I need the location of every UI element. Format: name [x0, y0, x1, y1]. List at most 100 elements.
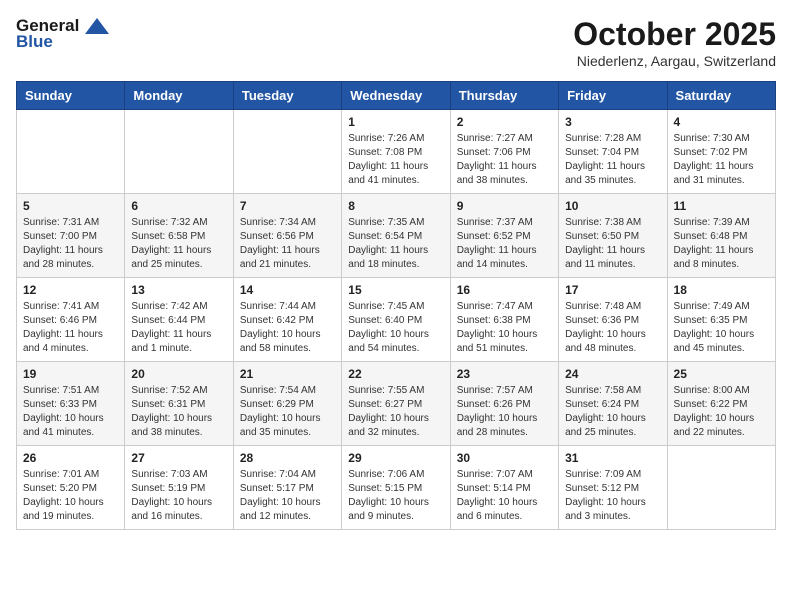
- calendar-cell: 1 Sunrise: 7:26 AMSunset: 7:08 PMDaylight…: [342, 110, 450, 194]
- title-area: October 2025 Niederlenz, Aargau, Switzer…: [573, 16, 776, 69]
- calendar-week-row: 19 Sunrise: 7:51 AMSunset: 6:33 PMDayligh…: [17, 362, 776, 446]
- day-number: 28: [240, 451, 335, 465]
- day-info: Sunrise: 7:04 AMSunset: 5:17 PMDaylight:…: [240, 468, 335, 524]
- calendar-cell: [233, 110, 341, 194]
- weekday-header-wednesday: Wednesday: [342, 82, 450, 110]
- day-number: 2: [457, 115, 552, 129]
- day-info: Sunrise: 7:37 AMSunset: 6:52 PMDaylight:…: [457, 216, 552, 272]
- day-info: Sunrise: 7:26 AMSunset: 7:08 PMDaylight:…: [348, 132, 443, 188]
- day-number: 17: [565, 283, 660, 297]
- day-info: Sunrise: 7:52 AMSunset: 6:31 PMDaylight:…: [131, 384, 226, 440]
- day-number: 18: [674, 283, 769, 297]
- day-info: Sunrise: 7:58 AMSunset: 6:24 PMDaylight:…: [565, 384, 660, 440]
- day-number: 3: [565, 115, 660, 129]
- day-info: Sunrise: 7:54 AMSunset: 6:29 PMDaylight:…: [240, 384, 335, 440]
- day-number: 7: [240, 199, 335, 213]
- day-number: 12: [23, 283, 118, 297]
- calendar-cell: 17 Sunrise: 7:48 AMSunset: 6:36 PMDayligh…: [559, 278, 667, 362]
- day-number: 22: [348, 367, 443, 381]
- day-info: Sunrise: 7:44 AMSunset: 6:42 PMDaylight:…: [240, 300, 335, 356]
- day-info: Sunrise: 7:51 AMSunset: 6:33 PMDaylight:…: [23, 384, 118, 440]
- calendar-cell: 2 Sunrise: 7:27 AMSunset: 7:06 PMDaylight…: [450, 110, 558, 194]
- day-number: 1: [348, 115, 443, 129]
- calendar-cell: 23 Sunrise: 7:57 AMSunset: 6:26 PMDayligh…: [450, 362, 558, 446]
- calendar-cell: 13 Sunrise: 7:42 AMSunset: 6:44 PMDayligh…: [125, 278, 233, 362]
- calendar-week-row: 12Sunrise: 7:41 AMSunset: 6:46 PMDayligh…: [17, 278, 776, 362]
- calendar-week-row: 26 Sunrise: 7:01 AMSunset: 5:20 PMDayligh…: [17, 446, 776, 530]
- logo-blue-text: Blue: [16, 32, 53, 52]
- day-number: 31: [565, 451, 660, 465]
- day-info: Sunrise: 7:32 AMSunset: 6:58 PMDaylight:…: [131, 216, 226, 272]
- weekday-header-monday: Monday: [125, 82, 233, 110]
- day-number: 16: [457, 283, 552, 297]
- day-number: 30: [457, 451, 552, 465]
- calendar-cell: 18 Sunrise: 7:49 AMSunset: 6:35 PMDayligh…: [667, 278, 775, 362]
- day-number: 27: [131, 451, 226, 465]
- calendar-cell: 28 Sunrise: 7:04 AMSunset: 5:17 PMDayligh…: [233, 446, 341, 530]
- day-number: 20: [131, 367, 226, 381]
- calendar-cell: 11 Sunrise: 7:39 AMSunset: 6:48 PMDayligh…: [667, 194, 775, 278]
- day-number: 11: [674, 199, 769, 213]
- calendar-cell: 26 Sunrise: 7:01 AMSunset: 5:20 PMDayligh…: [17, 446, 125, 530]
- calendar-cell: 15 Sunrise: 7:45 AMSunset: 6:40 PMDayligh…: [342, 278, 450, 362]
- calendar-cell: 20 Sunrise: 7:52 AMSunset: 6:31 PMDayligh…: [125, 362, 233, 446]
- weekday-header-saturday: Saturday: [667, 82, 775, 110]
- calendar-cell: [125, 110, 233, 194]
- day-number: 19: [23, 367, 118, 381]
- day-number: 10: [565, 199, 660, 213]
- weekday-header-tuesday: Tuesday: [233, 82, 341, 110]
- calendar-week-row: 5Sunrise: 7:31 AMSunset: 7:00 PMDaylight…: [17, 194, 776, 278]
- calendar-cell: 25 Sunrise: 8:00 AMSunset: 6:22 PMDayligh…: [667, 362, 775, 446]
- day-info: Sunrise: 7:39 AMSunset: 6:48 PMDaylight:…: [674, 216, 769, 272]
- day-info: Sunrise: 7:45 AMSunset: 6:40 PMDaylight:…: [348, 300, 443, 356]
- calendar-cell: 7 Sunrise: 7:34 AMSunset: 6:56 PMDaylight…: [233, 194, 341, 278]
- day-info: Sunrise: 7:57 AMSunset: 6:26 PMDaylight:…: [457, 384, 552, 440]
- weekday-header-friday: Friday: [559, 82, 667, 110]
- calendar-cell: 19 Sunrise: 7:51 AMSunset: 6:33 PMDayligh…: [17, 362, 125, 446]
- day-number: 25: [674, 367, 769, 381]
- day-number: 21: [240, 367, 335, 381]
- day-info: Sunrise: 7:47 AMSunset: 6:38 PMDaylight:…: [457, 300, 552, 356]
- day-info: Sunrise: 7:03 AMSunset: 5:19 PMDaylight:…: [131, 468, 226, 524]
- calendar-cell: 29Sunrise: 7:06 AMSunset: 5:15 PMDayligh…: [342, 446, 450, 530]
- day-number: 9: [457, 199, 552, 213]
- calendar-cell: 10 Sunrise: 7:38 AMSunset: 6:50 PMDayligh…: [559, 194, 667, 278]
- day-info: Sunrise: 7:01 AMSunset: 5:20 PMDaylight:…: [23, 468, 118, 524]
- logo: General Blue: [16, 16, 111, 52]
- day-info: Sunrise: 8:00 AMSunset: 6:22 PMDaylight:…: [674, 384, 769, 440]
- weekday-header-thursday: Thursday: [450, 82, 558, 110]
- day-number: 26: [23, 451, 118, 465]
- weekday-header-sunday: Sunday: [17, 82, 125, 110]
- calendar-week-row: 1 Sunrise: 7:26 AMSunset: 7:08 PMDaylight…: [17, 110, 776, 194]
- day-info: Sunrise: 7:49 AMSunset: 6:35 PMDaylight:…: [674, 300, 769, 356]
- day-info: Sunrise: 7:38 AMSunset: 6:50 PMDaylight:…: [565, 216, 660, 272]
- calendar-cell: 21 Sunrise: 7:54 AMSunset: 6:29 PMDayligh…: [233, 362, 341, 446]
- location-title: Niederlenz, Aargau, Switzerland: [573, 53, 776, 69]
- day-info: Sunrise: 7:35 AMSunset: 6:54 PMDaylight:…: [348, 216, 443, 272]
- day-info: Sunrise: 7:42 AMSunset: 6:44 PMDaylight:…: [131, 300, 226, 356]
- calendar-cell: 8Sunrise: 7:35 AMSunset: 6:54 PMDaylight…: [342, 194, 450, 278]
- calendar-cell: 31 Sunrise: 7:09 AMSunset: 5:12 PMDayligh…: [559, 446, 667, 530]
- day-number: 23: [457, 367, 552, 381]
- day-number: 14: [240, 283, 335, 297]
- calendar-cell: 27 Sunrise: 7:03 AMSunset: 5:19 PMDayligh…: [125, 446, 233, 530]
- calendar-cell: 24Sunrise: 7:58 AMSunset: 6:24 PMDayligh…: [559, 362, 667, 446]
- calendar-cell: 12Sunrise: 7:41 AMSunset: 6:46 PMDayligh…: [17, 278, 125, 362]
- calendar-cell: 4Sunrise: 7:30 AMSunset: 7:02 PMDaylight…: [667, 110, 775, 194]
- calendar-cell: 5Sunrise: 7:31 AMSunset: 7:00 PMDaylight…: [17, 194, 125, 278]
- calendar-cell: 6Sunrise: 7:32 AMSunset: 6:58 PMDaylight…: [125, 194, 233, 278]
- calendar-cell: 30Sunrise: 7:07 AMSunset: 5:14 PMDayligh…: [450, 446, 558, 530]
- calendar-cell: 14 Sunrise: 7:44 AMSunset: 6:42 PMDayligh…: [233, 278, 341, 362]
- day-number: 13: [131, 283, 226, 297]
- month-title: October 2025: [573, 16, 776, 53]
- day-info: Sunrise: 7:34 AMSunset: 6:56 PMDaylight:…: [240, 216, 335, 272]
- day-info: Sunrise: 7:28 AMSunset: 7:04 PMDaylight:…: [565, 132, 660, 188]
- day-info: Sunrise: 7:48 AMSunset: 6:36 PMDaylight:…: [565, 300, 660, 356]
- day-info: Sunrise: 7:27 AMSunset: 7:06 PMDaylight:…: [457, 132, 552, 188]
- day-info: Sunrise: 7:30 AMSunset: 7:02 PMDaylight:…: [674, 132, 769, 188]
- calendar-cell: 3 Sunrise: 7:28 AMSunset: 7:04 PMDaylight…: [559, 110, 667, 194]
- day-number: 15: [348, 283, 443, 297]
- calendar-cell: 16 Sunrise: 7:47 AMSunset: 6:38 PMDayligh…: [450, 278, 558, 362]
- header: General Blue October 2025 Niederlenz, Aa…: [16, 16, 776, 69]
- day-info: Sunrise: 7:09 AMSunset: 5:12 PMDaylight:…: [565, 468, 660, 524]
